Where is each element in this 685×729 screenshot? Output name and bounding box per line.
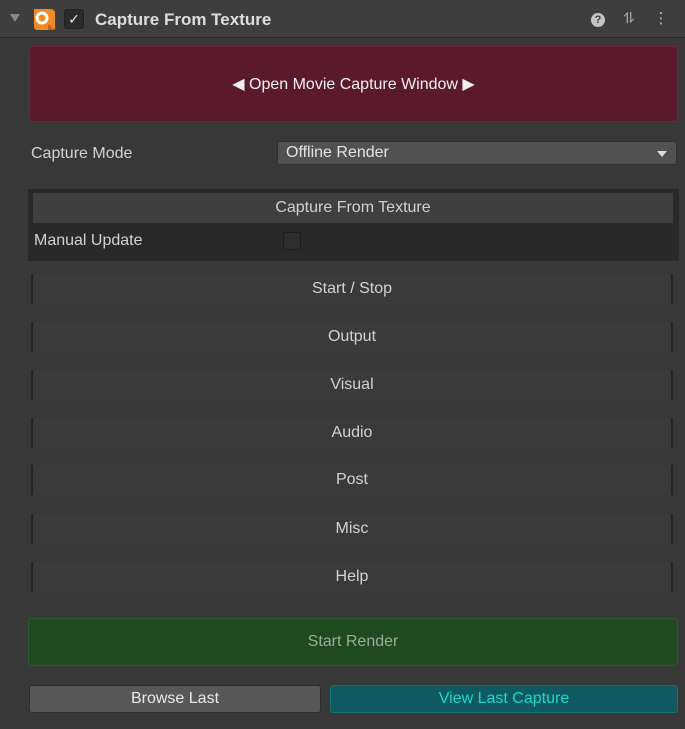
recorder-component-icon	[34, 9, 55, 30]
section-start-stop[interactable]: Start / Stop	[31, 274, 673, 304]
view-last-capture-button[interactable]: View Last Capture	[330, 685, 678, 713]
component-title: Capture From Texture	[95, 10, 272, 29]
help-icon[interactable]: ?	[589, 9, 607, 29]
presets-icon[interactable]: ⥮	[620, 9, 638, 29]
section-post[interactable]: Post	[31, 465, 673, 495]
browse-last-button[interactable]: Browse Last	[29, 685, 321, 713]
section-output[interactable]: Output	[31, 322, 673, 352]
manual-update-checkbox[interactable]	[283, 232, 301, 250]
capture-mode-label: Capture Mode	[31, 145, 133, 162]
component-header: ✓ Capture From Texture ? ⥮ ⋮	[0, 0, 685, 38]
open-movie-capture-window-button[interactable]: ◀ Open Movie Capture Window ▶	[29, 46, 678, 122]
triangle-down-icon[interactable]	[10, 14, 20, 22]
dropdown-arrow-icon	[657, 151, 667, 157]
section-visual[interactable]: Visual	[31, 370, 673, 400]
section-audio[interactable]: Audio	[31, 418, 673, 448]
capture-mode-dropdown[interactable]: Offline Render	[277, 141, 677, 165]
context-menu-icon[interactable]: ⋮	[652, 9, 670, 29]
help-icon-glyph: ?	[591, 13, 605, 27]
section-help[interactable]: Help	[31, 562, 673, 592]
capture-mode-value: Offline Render	[286, 144, 389, 161]
start-render-button[interactable]: Start Render	[28, 618, 678, 666]
manual-update-label: Manual Update	[34, 232, 143, 249]
enable-checkbox[interactable]: ✓	[64, 9, 84, 29]
capture-from-texture-header: Capture From Texture	[33, 193, 673, 223]
section-misc[interactable]: Misc	[31, 514, 673, 544]
